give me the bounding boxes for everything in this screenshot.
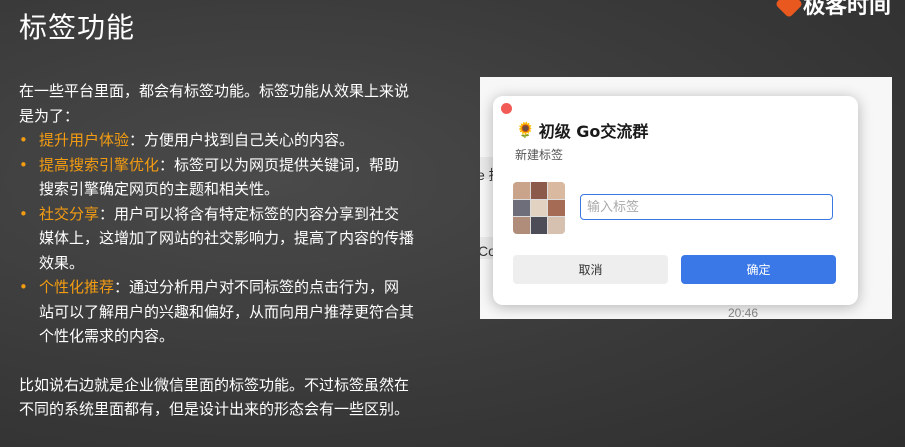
brand-logo-icon (774, 0, 804, 19)
bullet-term: 社交分享 (39, 204, 100, 223)
confirm-button[interactable]: 确定 (681, 255, 836, 284)
avatar-tile (530, 199, 548, 217)
list-item: • 提升用户体验：方便用户找到自己关心的内容。 (19, 128, 414, 153)
avatar-tile (513, 199, 530, 217)
bullet-text: ：方便用户找到自己关心的内容。 (129, 131, 355, 149)
list-item: • 提高搜索引擎优化：标签可以为网页提供关键词，帮助搜索引擎确定网页的主题和相关性… (19, 153, 414, 202)
bullet-icon: • (19, 204, 28, 223)
avatar-tile (548, 199, 565, 217)
bullet-term: 提升用户体验 (39, 131, 130, 149)
sunflower-icon: 🌻 (516, 121, 535, 139)
brand-logo: 极客时间 (774, 0, 891, 20)
feature-list: • 提升用户体验：方便用户找到自己关心的内容。 • 提高搜索引擎优化：标签可以为网页… (19, 128, 414, 349)
intro-paragraph: 在一些平台里面，都会有标签功能。标签功能从效果上来说是为了： (19, 82, 410, 125)
tag-input[interactable] (580, 194, 833, 220)
avatar-tile (548, 217, 565, 234)
bullet-icon: • (19, 131, 28, 149)
avatar-tile (548, 182, 565, 199)
avatar-tile (513, 217, 530, 234)
dialog-subtitle: 新建标签 (515, 148, 564, 162)
background-timestamp: 20:46 (728, 306, 759, 319)
group-title: 🌻 初级 Go交流群 (516, 118, 648, 142)
slide-body: 在一些平台里面，都会有标签功能。标签功能从效果上来说是为了： • 提升用户体验：方… (19, 79, 414, 422)
cancel-button[interactable]: 取消 (513, 255, 668, 284)
avatar-tile (513, 182, 530, 199)
wecom-screenshot: e 执 Co 20:46 🌻 初级 Go交流群 新建标签 取消 确定 (480, 77, 892, 319)
outro-paragraph: 比如说右边就是企业微信里面的标签功能。不过标签虽然在不同的系统里面都有，但是设计… (19, 375, 410, 419)
group-name: 初级 Go交流群 (538, 122, 649, 141)
avatar-tile (530, 217, 548, 234)
bullet-term: 提高搜索引擎优化 (39, 155, 160, 174)
bullet-term: 个性化推荐 (39, 278, 115, 296)
bullet-icon: • (19, 278, 28, 296)
close-icon[interactable] (501, 103, 512, 114)
group-avatar (513, 182, 565, 234)
list-item: • 社交分享：用户可以将含有特定标签的内容分享到社交媒体上，这增加了网站的社交影响… (19, 202, 414, 276)
slide-title: 标签功能 (19, 11, 136, 44)
brand-logo-text: 极客时间 (802, 0, 891, 19)
new-tag-dialog: 🌻 初级 Go交流群 新建标签 取消 确定 (493, 96, 858, 305)
avatar-tile (530, 182, 548, 199)
list-item: • 个性化推荐：通过分析用户对不同标签的点击行为，网站可以了解用户的兴趣和偏好，从… (19, 275, 414, 349)
bullet-icon: • (19, 155, 28, 174)
